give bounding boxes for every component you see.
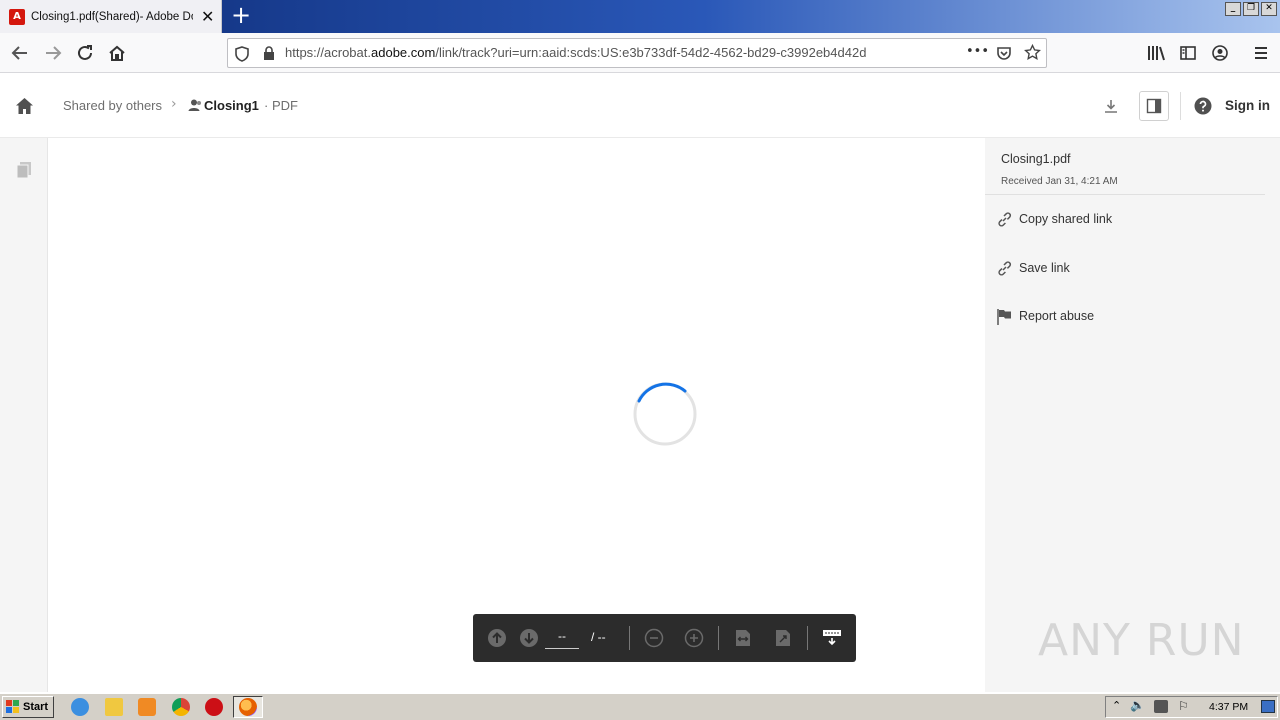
volume-icon[interactable]: 🔈 xyxy=(1130,698,1145,712)
watermark-text: ANY RUN xyxy=(1038,614,1245,666)
tab-close-icon[interactable]: ✕ xyxy=(201,8,214,25)
pocket-icon[interactable] xyxy=(996,45,1012,61)
page-total-label: / -- xyxy=(591,630,606,644)
home-button[interactable] xyxy=(105,41,129,65)
start-button[interactable]: Start xyxy=(2,696,54,718)
media-player-icon[interactable] xyxy=(138,698,156,716)
breadcrumb-shared-by-others[interactable]: Shared by others xyxy=(63,98,162,113)
viewer-toolbar: -- / -- xyxy=(473,614,856,662)
left-rail xyxy=(0,138,48,692)
firefox-taskbar-button[interactable] xyxy=(233,696,263,718)
sidebar-icon[interactable] xyxy=(1180,45,1196,61)
shared-user-icon xyxy=(188,99,202,111)
copy-shared-link-button[interactable]: Copy shared link xyxy=(996,208,1112,230)
header-divider xyxy=(1180,92,1181,120)
panel-divider xyxy=(985,194,1265,195)
report-abuse-label: Report abuse xyxy=(1019,309,1095,323)
forward-button[interactable] xyxy=(41,41,65,65)
new-tab-button[interactable]: + xyxy=(230,3,252,28)
zoom-out-button[interactable] xyxy=(642,626,666,650)
anyrun-watermark: ANY RUN xyxy=(1038,608,1245,672)
tray-expand-icon[interactable]: ⌃ xyxy=(1112,699,1121,712)
breadcrumb-file-type: · PDF xyxy=(264,98,298,113)
windows-taskbar: Start ⌃ 🔈 ⚐ 4:37 PM xyxy=(0,693,1280,720)
save-link-button[interactable]: Save link xyxy=(996,257,1070,279)
zoom-in-button[interactable] xyxy=(682,626,706,650)
report-abuse-button[interactable]: Report abuse xyxy=(996,305,1094,327)
breadcrumb-separator: › xyxy=(171,96,177,112)
panel-toggle-icon xyxy=(1146,98,1162,114)
browser-tab-bar: A Closing1.pdf(Shared)- Adobe Doc ✕ + _ … xyxy=(0,0,1280,33)
arrow-right-icon xyxy=(43,43,63,63)
file-explorer-icon[interactable] xyxy=(105,698,123,716)
minimize-button[interactable]: _ xyxy=(1225,2,1241,16)
lock-icon[interactable] xyxy=(263,46,275,61)
page-number-input[interactable]: -- xyxy=(545,629,579,649)
arrow-left-icon xyxy=(10,43,30,63)
bookmark-star-icon[interactable] xyxy=(1024,44,1041,61)
adobe-pdf-favicon-icon: A xyxy=(9,8,25,25)
restore-button[interactable]: ❐ xyxy=(1243,2,1259,16)
back-button[interactable] xyxy=(8,41,32,65)
browser-tab-active[interactable]: A Closing1.pdf(Shared)- Adobe Doc ✕ xyxy=(0,0,222,33)
download-icon[interactable] xyxy=(1103,98,1119,114)
arrow-up-circle-icon xyxy=(487,628,507,648)
panel-received-date: Received Jan 31, 4:21 AM xyxy=(1001,176,1118,187)
toolbar-divider xyxy=(807,626,808,650)
system-tray: ⌃ 🔈 ⚐ xyxy=(1105,696,1278,718)
hamburger-menu-icon[interactable] xyxy=(1253,45,1269,61)
fit-page-icon xyxy=(775,629,791,647)
windows-logo-icon xyxy=(6,700,20,714)
taskbar-clock[interactable]: 4:37 PM xyxy=(1209,701,1248,713)
toolbar-divider xyxy=(629,626,630,650)
app-header: Shared by others › Closing1 · PDF Sign i… xyxy=(0,74,1280,138)
opera-icon[interactable] xyxy=(205,698,223,716)
close-window-button[interactable]: ✕ xyxy=(1261,2,1277,16)
zoom-in-icon xyxy=(684,628,704,648)
sign-in-button[interactable]: Sign in xyxy=(1225,98,1270,113)
page-thumbnails-icon[interactable] xyxy=(16,161,32,179)
show-desktop-icon[interactable] xyxy=(1261,700,1275,713)
library-icon[interactable] xyxy=(1147,45,1165,61)
account-icon[interactable] xyxy=(1212,45,1228,61)
window-controls: _ ❐ ✕ xyxy=(1225,2,1277,16)
collapse-toolbar-icon xyxy=(822,629,842,647)
help-icon[interactable] xyxy=(1194,97,1212,115)
internet-explorer-icon[interactable] xyxy=(71,698,89,716)
link-icon xyxy=(996,211,1013,228)
browser-nav-bar: https://acrobat.adobe.com/link/track?uri… xyxy=(0,33,1280,73)
url-text[interactable]: https://acrobat.adobe.com/link/track?uri… xyxy=(285,45,866,60)
fit-page-button[interactable] xyxy=(771,626,795,650)
url-bar[interactable]: https://acrobat.adobe.com/link/track?uri… xyxy=(227,38,1047,68)
breadcrumb-file-name: Closing1 xyxy=(204,98,259,113)
loading-spinner-icon xyxy=(633,382,697,446)
arrow-down-circle-icon xyxy=(519,628,539,648)
fit-width-icon xyxy=(735,629,751,647)
toolbar-divider xyxy=(718,626,719,650)
toggle-right-panel-button[interactable] xyxy=(1139,91,1169,121)
reload-icon xyxy=(76,44,94,62)
home-icon xyxy=(108,44,126,62)
save-link-label: Save link xyxy=(1019,261,1070,275)
copy-shared-link-label: Copy shared link xyxy=(1019,212,1113,226)
fit-width-button[interactable] xyxy=(731,626,755,650)
chrome-icon[interactable] xyxy=(172,698,190,716)
document-viewer[interactable] xyxy=(49,138,985,692)
reload-button[interactable] xyxy=(73,41,97,65)
page-actions-menu-icon[interactable]: ••• xyxy=(966,44,989,59)
shield-icon[interactable] xyxy=(235,46,249,62)
start-label: Start xyxy=(23,701,49,713)
flag-icon xyxy=(996,308,1013,325)
action-center-flag-icon[interactable]: ⚐ xyxy=(1178,699,1189,713)
firefox-icon xyxy=(239,698,257,716)
network-icon[interactable] xyxy=(1154,700,1168,713)
previous-page-button[interactable] xyxy=(485,626,509,650)
link-icon xyxy=(996,260,1013,277)
panel-file-name: Closing1.pdf xyxy=(1001,152,1071,166)
collapse-toolbar-button[interactable] xyxy=(820,626,844,650)
next-page-button[interactable] xyxy=(517,626,541,650)
home-icon[interactable] xyxy=(15,97,34,115)
tab-title: Closing1.pdf(Shared)- Adobe Doc xyxy=(31,10,193,23)
zoom-out-icon xyxy=(644,628,664,648)
